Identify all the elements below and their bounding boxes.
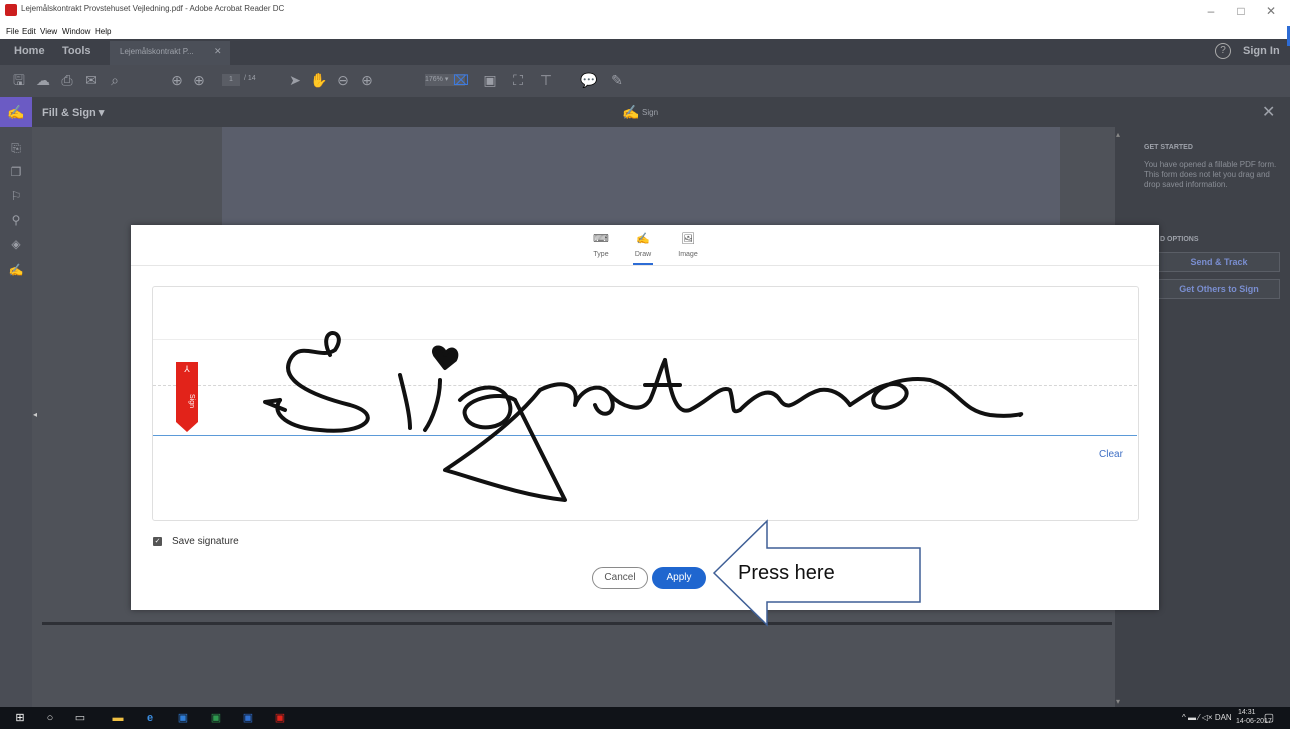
bookmark-icon[interactable]: ⚐: [8, 188, 24, 204]
scroll-down-icon[interactable]: ▾: [1116, 697, 1120, 706]
menu-bar: [0, 24, 1290, 39]
maximize-icon[interactable]: □: [1226, 2, 1256, 20]
page-number-input[interactable]: [222, 74, 240, 86]
excel-icon[interactable]: ▣: [208, 710, 224, 726]
pdf-page: [222, 127, 1060, 227]
get-others-to-sign-button[interactable]: Get Others to Sign: [1158, 279, 1280, 299]
edge-icon[interactable]: e: [142, 710, 158, 726]
fill-sign-menu[interactable]: Fill & Sign ▾: [42, 106, 104, 119]
menu-file[interactable]: File: [6, 27, 19, 36]
image-icon: 🖼: [681, 233, 695, 245]
pdf-page-lower: [42, 622, 1112, 710]
zoom-in-icon[interactable]: ⊕: [358, 71, 376, 89]
search-icon[interactable]: ○: [42, 710, 58, 726]
notification-icon[interactable]: ▢: [1262, 711, 1276, 725]
tab-draw[interactable]: ✍ Draw: [625, 232, 661, 264]
sign-flag-label: Sign: [188, 394, 195, 408]
tab-document-label: Lejemålskontrakt P...: [120, 47, 194, 56]
full-screen-icon[interactable]: ⛶: [509, 71, 527, 89]
get-started-title: GET STARTED: [1144, 144, 1193, 151]
select-arrow-icon[interactable]: ➤: [286, 71, 304, 89]
menu-edit[interactable]: Edit: [22, 27, 36, 36]
menu-window[interactable]: Window: [62, 27, 90, 36]
zoom-value: 176%: [425, 76, 443, 83]
svg-text:⅄: ⅄: [183, 364, 190, 374]
page-total: / 14: [244, 75, 256, 82]
save-icon[interactable]: 🖫: [10, 71, 28, 89]
layers-icon[interactable]: ◈: [8, 236, 24, 252]
windows-taskbar: [0, 707, 1290, 729]
tray-language[interactable]: ^ ▬ ⁄ ◁× DAN: [1182, 713, 1232, 722]
send-track-button[interactable]: Send & Track: [1158, 252, 1280, 272]
comment-icon[interactable]: 💬: [580, 71, 598, 89]
search-icon[interactable]: ⌕: [106, 71, 124, 89]
tab-close-icon[interactable]: ✕: [214, 46, 222, 57]
word-icon[interactable]: ▣: [240, 710, 256, 726]
clock-time[interactable]: 14:31: [1238, 709, 1256, 716]
clear-link[interactable]: Clear: [1099, 449, 1123, 460]
save-signature-label: Save signature: [172, 536, 239, 547]
get-started-text: You have opened a fillable PDF form. Thi…: [1144, 160, 1277, 189]
tab-tools[interactable]: Tools: [62, 45, 91, 57]
page-up-icon[interactable]: ⊕: [168, 71, 186, 89]
attachment-icon[interactable]: ⚲: [8, 212, 24, 228]
acrobat-app-icon: [5, 4, 17, 16]
options-title: D OPTIONS: [1160, 236, 1199, 243]
read-mode-icon[interactable]: ⊤: [537, 71, 555, 89]
callout-text: Press here: [738, 562, 835, 584]
email-icon[interactable]: ✉: [82, 71, 100, 89]
sign-pen-icon[interactable]: ✍: [622, 104, 639, 121]
fill-sign-label: Fill & Sign: [42, 107, 96, 119]
tab-draw-label: Draw: [634, 251, 652, 258]
menu-view[interactable]: View: [40, 27, 57, 36]
help-icon[interactable]: ?: [1215, 43, 1231, 59]
signature-panel-icon[interactable]: ✍: [8, 262, 24, 278]
save-signature-checkbox[interactable]: ✓: [153, 537, 162, 546]
fit-page-icon[interactable]: ⌧: [452, 71, 470, 89]
cancel-button[interactable]: Cancel: [592, 567, 648, 589]
collapse-panel-icon[interactable]: ◂: [33, 410, 39, 424]
menu-help[interactable]: Help: [95, 27, 111, 36]
sign-in-link[interactable]: Sign In: [1243, 45, 1280, 57]
tab-type[interactable]: ⌨ Type: [583, 232, 619, 264]
upload-cloud-icon[interactable]: ☁: [34, 71, 52, 89]
acrobat-taskbar-icon[interactable]: ▣: [272, 710, 288, 726]
tab-home[interactable]: Home: [14, 45, 45, 57]
sign-here-flag: ⅄ Sign: [176, 362, 198, 432]
copy-pages-icon[interactable]: ❐: [8, 164, 24, 180]
highlight-pen-icon[interactable]: ✎: [608, 71, 626, 89]
page-thumbnails-icon[interactable]: ⎘: [8, 140, 24, 156]
zoom-out-icon[interactable]: ⊖: [334, 71, 352, 89]
tab-image-label: Image: [678, 251, 698, 258]
active-tab-indicator: [633, 263, 653, 265]
start-icon[interactable]: ⊞: [12, 710, 28, 726]
tab-image[interactable]: 🖼 Image: [670, 232, 706, 264]
print-icon[interactable]: ⎙: [58, 71, 76, 89]
fit-width-icon[interactable]: ▣: [481, 71, 499, 89]
keyboard-icon: ⌨: [593, 233, 609, 245]
dialog-tabs-divider: [131, 265, 1159, 266]
pen-icon: ✍: [636, 233, 650, 245]
tab-type-label: Type: [593, 251, 609, 258]
sign-label[interactable]: Sign: [642, 108, 658, 117]
fill-sign-icon[interactable]: ✍: [0, 97, 32, 127]
window-title: Lejemålskontrakt Provstehuset Vejledning…: [21, 4, 285, 13]
page-down-icon[interactable]: ⊕: [190, 71, 208, 89]
close-fill-sign-icon[interactable]: ✕: [1262, 102, 1275, 122]
outlook-icon[interactable]: ▣: [175, 710, 191, 726]
hand-tool-icon[interactable]: ✋: [310, 71, 328, 89]
file-explorer-icon[interactable]: ▬: [110, 710, 126, 726]
drawn-signature: [263, 331, 1024, 502]
task-view-icon[interactable]: ▭: [72, 710, 88, 726]
language-label: DAN: [1214, 713, 1232, 722]
scroll-up-icon[interactable]: ▴: [1116, 130, 1120, 139]
apply-button[interactable]: Apply: [652, 567, 706, 589]
minimize-icon[interactable]: –: [1196, 2, 1226, 20]
close-icon[interactable]: ✕: [1256, 2, 1286, 20]
